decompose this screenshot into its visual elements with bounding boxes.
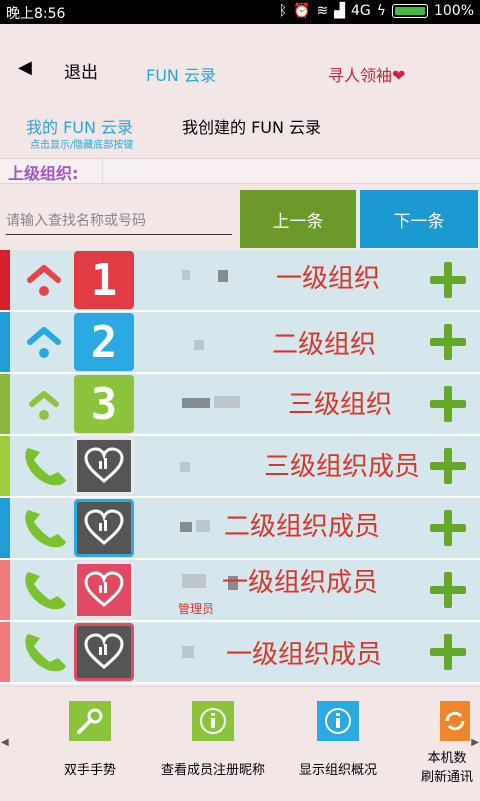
up-arrow-red-icon — [18, 256, 70, 304]
view-nickname-label: 查看成员注册昵称 — [160, 763, 265, 778]
status-time: 晚上8:56 — [6, 6, 66, 22]
plus-icon[interactable] — [430, 572, 466, 608]
app-title: FUN 云录 — [146, 66, 216, 85]
refresh-label-1: 本机数 — [427, 751, 467, 766]
level-strip — [0, 374, 10, 434]
level-strip — [0, 498, 10, 558]
phone-icon[interactable] — [18, 628, 70, 676]
row-label: 三级组织 — [288, 390, 393, 420]
battery-level: 100% — [433, 3, 474, 19]
plus-icon[interactable] — [430, 386, 466, 422]
blurred-name — [180, 522, 192, 532]
back-icon[interactable]: ◀ — [18, 57, 32, 78]
network-type: 4G — [350, 3, 371, 19]
show-overview-button[interactable]: 显示组织概况 — [288, 701, 388, 778]
tab-bar: 我的 FUN 云录 点击显示/隐藏底部按键 我创建的 FUN 云录 — [0, 112, 480, 158]
blurred-name — [182, 646, 194, 658]
admin-tag: 管理员 — [178, 602, 215, 616]
blurred-name — [182, 270, 190, 280]
wifi-icon: ≋ — [316, 3, 329, 19]
list-item[interactable]: 2 二级组织 — [0, 312, 480, 374]
refresh-contacts-button[interactable]: 本机数 刷新通讯 — [418, 701, 476, 785]
heart-chart-icon — [74, 561, 134, 619]
next-button[interactable]: 下一条 — [360, 190, 478, 248]
plus-icon[interactable] — [430, 510, 466, 546]
blurred-name — [218, 270, 228, 282]
plus-icon[interactable] — [430, 448, 466, 484]
alarm-icon: ⏰ — [293, 3, 311, 19]
bottom-toolbar: ◀ 双手手势 查看成员注册昵称 显示组织概况 本机数 刷新通讯 ▶ — [0, 686, 480, 801]
prev-button[interactable]: 上一条 — [240, 190, 356, 248]
phone-icon[interactable] — [18, 504, 70, 552]
row-label: 一级组织成员 — [222, 568, 379, 598]
level-strip — [0, 250, 10, 310]
gesture-label: 双手手势 — [63, 763, 116, 778]
plus-icon[interactable] — [430, 324, 466, 360]
up-arrow-green-icon — [18, 380, 70, 428]
scroll-right-icon[interactable]: ▶ — [471, 737, 479, 748]
scroll-left-icon[interactable]: ◀ — [1, 737, 9, 748]
status-bar: 晚上8:56 ᛒ ⏰ ≋ ▟ 4G ϟ 100% — [0, 0, 480, 24]
search-input[interactable] — [6, 208, 232, 235]
heart-chart-icon — [74, 623, 134, 681]
battery-icon — [391, 4, 428, 18]
blurred-name — [214, 396, 240, 408]
show-overview-label: 显示组织概况 — [298, 763, 377, 778]
blurred-name — [182, 398, 210, 408]
divider — [102, 159, 103, 183]
charging-icon: ϟ — [376, 3, 386, 19]
row-label: 一级组织 — [276, 264, 381, 294]
info-icon — [192, 701, 234, 741]
level-strip — [0, 560, 10, 620]
list-item[interactable]: 1 一级组织 — [0, 250, 480, 312]
list-item[interactable]: 一级组织成员 — [0, 622, 480, 684]
seek-leader-button[interactable]: 寻人领袖❤ — [328, 62, 405, 86]
phone-icon[interactable] — [18, 442, 70, 490]
phone-icon[interactable] — [18, 566, 70, 614]
header: ◀ 退出 FUN 云录 寻人领袖❤ — [0, 24, 480, 112]
level-badge: 3 — [74, 375, 134, 433]
row-label: 二级组织 — [272, 330, 377, 360]
level-strip — [0, 622, 10, 682]
heart-chart-icon — [74, 499, 134, 557]
blurred-name — [196, 520, 210, 532]
tab-my-fun[interactable]: 我的 FUN 云录 — [26, 114, 133, 138]
list-item[interactable]: 3 三级组织 — [0, 374, 480, 436]
search-row: 上一条 下一条 — [0, 190, 480, 248]
refresh-label-2: 刷新通讯 — [420, 770, 473, 785]
list-item[interactable]: 一级组织成员 管理员 — [0, 560, 480, 622]
wrench-icon — [69, 701, 111, 741]
heart-chart-icon — [74, 437, 134, 495]
row-label: 二级组织成员 — [224, 512, 381, 542]
bluetooth-icon: ᛒ — [278, 3, 287, 19]
level-badge: 2 — [74, 313, 134, 371]
signal-icon: ▟ — [334, 3, 345, 19]
refresh-icon — [440, 701, 470, 741]
member-strip — [0, 436, 10, 496]
list-item[interactable]: 二级组织成员 — [0, 498, 480, 560]
level-badge: 1 — [74, 251, 134, 309]
gesture-button[interactable]: 双手手势 — [40, 701, 140, 778]
list-item[interactable]: 三级组织成员 — [0, 436, 480, 498]
up-arrow-blue-icon — [18, 318, 70, 366]
org-list: 1 一级组织 2 二级组织 3 三级组织 三级组织成员 二级组织成员 一级组织成… — [0, 250, 480, 684]
blurred-name — [182, 574, 206, 588]
blurred-name — [180, 462, 190, 472]
view-nickname-button[interactable]: 查看成员注册昵称 — [150, 701, 276, 778]
status-icons: ᛒ ⏰ ≋ ▟ 4G ϟ 100% — [279, 3, 474, 19]
upper-org-bar[interactable]: 上级组织: — [0, 158, 480, 184]
exit-button[interactable]: 退出 — [64, 58, 98, 83]
level-strip — [0, 312, 10, 372]
blurred-name — [194, 340, 204, 350]
row-label: 三级组织成员 — [264, 452, 421, 482]
plus-icon[interactable] — [430, 634, 466, 670]
info-icon — [317, 701, 359, 741]
upper-org-label: 上级组织: — [8, 164, 79, 183]
row-label: 一级组织成员 — [226, 640, 383, 670]
tab-created-fun[interactable]: 我创建的 FUN 云录 — [182, 114, 321, 138]
plus-icon[interactable] — [430, 262, 466, 298]
tab-my-fun-hint: 点击显示/隐藏底部按键 — [30, 140, 134, 151]
